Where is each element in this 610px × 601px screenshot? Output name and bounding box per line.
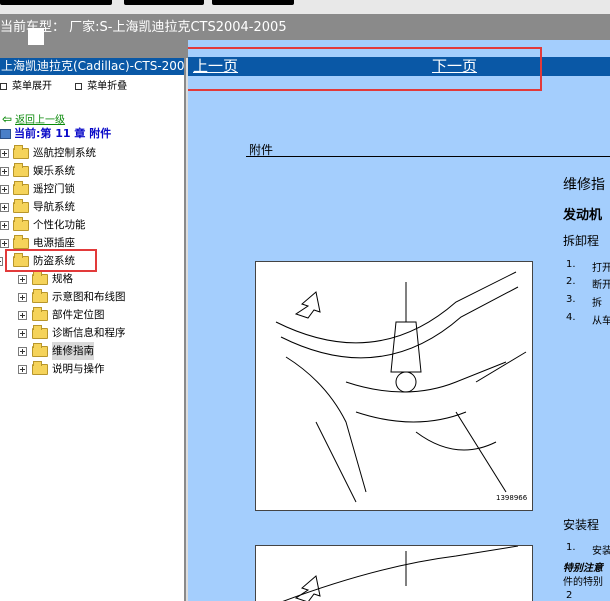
step-3-num: 3. [566, 294, 576, 305]
expand-plus-icon[interactable] [18, 311, 27, 320]
step-1-text: 打开 [592, 263, 610, 274]
tree-item-label: 娱乐系统 [33, 165, 75, 177]
doc-subtitle: 发动机 [563, 208, 603, 223]
step-1-num: 1. [566, 259, 576, 270]
special-note-label: 特别注意 [563, 563, 603, 574]
expand-plus-icon[interactable] [18, 347, 27, 356]
expand-plus-icon[interactable] [0, 149, 9, 158]
tree-item-label: 示意图和布线图 [52, 291, 126, 303]
current-chapter-label: 当前:第 11 章 附件 [14, 127, 112, 140]
expand-plus-icon[interactable] [18, 293, 27, 302]
top-tab-3[interactable] [212, 0, 294, 5]
section-divider [246, 156, 610, 157]
tree-item-label: 个性化功能 [33, 219, 86, 231]
tree-item-label: 遥控门锁 [33, 183, 75, 195]
top-tab-2[interactable] [124, 0, 204, 5]
expand-plus-icon[interactable] [0, 239, 9, 248]
folder-icon [13, 145, 29, 159]
antenna-diagram: 1398966 [255, 261, 533, 511]
folder-icon [32, 289, 48, 303]
tree-item-cruise[interactable]: 巡航控制系统 [0, 144, 184, 162]
tree-item-label: 诊断信息和程序 [52, 327, 126, 339]
subtree-item-diagnostics[interactable]: 诊断信息和程序 [0, 324, 184, 342]
tree-item-personalization[interactable]: 个性化功能 [0, 216, 184, 234]
install-procedure-heading: 安装程 [563, 518, 600, 532]
expand-plus-icon[interactable] [0, 221, 9, 230]
subtree-item-repair-instructions[interactable]: 维修指南 [0, 342, 184, 360]
menu-options: 菜单展开 菜单折叠 [0, 77, 147, 92]
folder-icon [13, 163, 29, 177]
second-diagram [255, 545, 533, 601]
second-illustration [282, 545, 519, 601]
install-step-1-text: 安装 [592, 546, 610, 557]
vehicle-selector-box[interactable] [28, 28, 44, 45]
folder-icon [32, 271, 48, 285]
tree-item-label: 巡航控制系统 [33, 147, 96, 159]
expand-plus-icon[interactable] [0, 203, 9, 212]
menu-expand-label: 菜单展开 [12, 81, 52, 92]
expand-plus-icon[interactable] [0, 167, 9, 176]
doc-title: 维修指 [563, 177, 605, 193]
current-chapter: 当前:第 11 章 附件 [0, 125, 111, 141]
folder-icon [13, 235, 29, 249]
subtree-item-specs[interactable]: 规格 [0, 270, 184, 288]
expand-plus-icon[interactable] [0, 185, 9, 194]
menu-collapse-button[interactable]: 菜单折叠 [75, 77, 137, 92]
antenna-illustration: 1398966 [275, 271, 528, 503]
folder-icon [13, 217, 29, 231]
tree-item-label: 部件定位图 [52, 309, 105, 321]
expand-icon [0, 82, 7, 90]
menu-expand-button[interactable]: 菜单展开 [0, 77, 62, 92]
folder-icon [32, 343, 48, 357]
tree-item-label: 导航系统 [33, 201, 75, 213]
computer-icon [0, 129, 11, 139]
collapse-minus-icon[interactable] [0, 257, 3, 266]
folder-icon [32, 325, 48, 339]
removal-procedure-heading: 拆卸程 [563, 234, 600, 248]
menu-collapse-label: 菜单折叠 [87, 81, 128, 92]
highlight-box-nav [188, 47, 542, 91]
back-arrow-icon: ⇦ [2, 112, 13, 126]
content-panel: 上一页 下一页 附件 维修指 发动机 拆卸程 1. 打开 2. 断开 3. 拆 … [188, 40, 610, 601]
tree-item-label: 说明与操作 [52, 363, 105, 375]
step-4-num: 4. [566, 312, 576, 323]
figure-id: 1398966 [496, 494, 528, 502]
folder-icon [32, 307, 48, 321]
tree-item-navigation[interactable]: 导航系统 [0, 198, 184, 216]
highlight-box-tree [5, 249, 97, 272]
step-4-text: 从车 [592, 316, 610, 327]
tree-item-label: 规格 [52, 273, 73, 285]
step-3-text: 拆 [592, 298, 602, 309]
top-tab-1[interactable] [0, 0, 112, 5]
install-step-1-num: 1. [566, 542, 576, 553]
tree-item-label: 维修指南 [52, 342, 94, 360]
navigation-panel: 上海凯迪拉克(Cadillac)-CTS-2004 菜单展开 菜单折叠 ⇦ 返回上… [0, 58, 186, 601]
folder-icon [13, 199, 29, 213]
install-step-2-num: 2 [566, 590, 573, 601]
expand-plus-icon[interactable] [18, 275, 27, 284]
back-link-row: ⇦ 返回上一级 [2, 111, 65, 126]
subtree-item-description[interactable]: 说明与操作 [0, 360, 184, 378]
folder-icon [32, 361, 48, 375]
window-top-strip [0, 0, 610, 14]
expand-plus-icon[interactable] [18, 365, 27, 374]
subtree-item-schematics[interactable]: 示意图和布线图 [0, 288, 184, 306]
step-2-text: 断开 [592, 280, 610, 291]
tree-item-keyless[interactable]: 遥控门锁 [0, 180, 184, 198]
expand-plus-icon[interactable] [18, 329, 27, 338]
folder-icon [13, 181, 29, 195]
collapse-icon [75, 82, 83, 90]
step-2-num: 2. [566, 276, 576, 287]
tree-item-entertainment[interactable]: 娱乐系统 [0, 162, 184, 180]
vehicle-header: 上海凯迪拉克(Cadillac)-CTS-2004 [0, 58, 186, 75]
special-note-text: 件的特别 [563, 577, 603, 588]
subtree-item-component-locator[interactable]: 部件定位图 [0, 306, 184, 324]
